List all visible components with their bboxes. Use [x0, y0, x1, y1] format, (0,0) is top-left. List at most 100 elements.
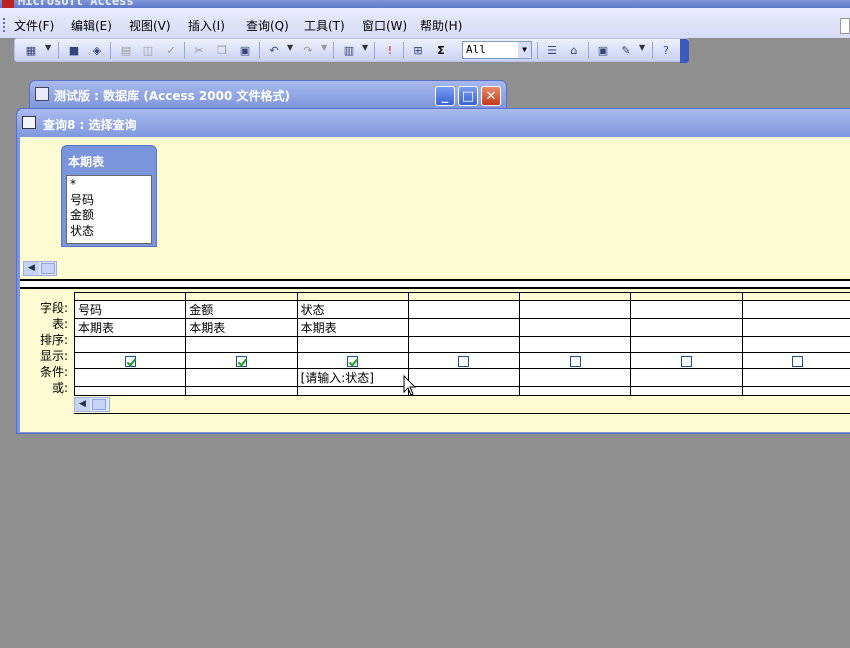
pane-splitter[interactable] [20, 279, 850, 289]
criteria-cell[interactable] [407, 368, 521, 387]
criteria-cell[interactable] [185, 368, 298, 387]
sort-cell[interactable] [407, 336, 521, 353]
print-icon[interactable]: ▤ [118, 42, 134, 58]
sort-cell[interactable] [741, 336, 850, 353]
criteria-cell[interactable] [519, 368, 632, 387]
show-cell[interactable] [73, 352, 187, 369]
show-cell[interactable] [296, 352, 409, 369]
show-checkbox[interactable] [681, 355, 693, 367]
properties-icon[interactable]: ☰ [544, 42, 560, 58]
show-checkbox[interactable] [792, 355, 804, 367]
field-cell[interactable] [407, 300, 521, 319]
show-table-icon[interactable]: ⊞ [410, 42, 426, 58]
paste-icon[interactable]: ▣ [237, 42, 253, 58]
table-cell[interactable] [741, 318, 850, 337]
show-cell[interactable] [185, 352, 298, 369]
sort-cell[interactable] [296, 336, 409, 353]
view-icon[interactable]: ▦ [23, 42, 39, 58]
table-cell[interactable] [519, 318, 632, 337]
run-icon[interactable]: ! [382, 42, 398, 58]
upper-pane-scrollbar[interactable]: ◀ [23, 261, 57, 276]
maximize-button[interactable]: □ [458, 86, 478, 106]
totals-sigma-icon[interactable]: Σ [433, 42, 449, 58]
show-checkbox[interactable] [124, 355, 136, 367]
table-field-list-box[interactable]: 本期表 * 号码 金额 状态 [61, 145, 157, 247]
menu-view[interactable]: 视图(V) [129, 17, 171, 34]
field-list-item[interactable]: 状态 [70, 224, 148, 240]
table-cell[interactable]: 本期表 [296, 318, 409, 337]
database-window-icon[interactable]: ▣ [595, 42, 611, 58]
column-selector[interactable] [185, 292, 298, 301]
menu-edit[interactable]: 编辑(E) [71, 17, 112, 34]
table-cell[interactable] [407, 318, 521, 337]
close-button[interactable]: ✕ [481, 86, 501, 106]
show-checkbox[interactable] [458, 355, 470, 367]
undo-icon[interactable]: ↶ [266, 42, 282, 58]
field-cell[interactable] [741, 300, 850, 319]
scroll-left-icon[interactable]: ◀ [24, 262, 39, 275]
field-cell[interactable] [519, 300, 632, 319]
search-file-icon[interactable]: ◈ [89, 42, 105, 58]
copy-icon[interactable]: ❐ [214, 42, 230, 58]
field-list-item[interactable]: 金额 [70, 208, 148, 224]
save-icon[interactable]: ■ [66, 42, 82, 58]
criteria-cell[interactable] [630, 368, 743, 387]
menu-grip-icon[interactable] [3, 18, 6, 32]
builder-icon[interactable]: ⌂ [566, 42, 582, 58]
toolbar-options-icon[interactable] [680, 39, 689, 63]
query-type-icon[interactable]: ▥ [341, 42, 357, 58]
column-selector[interactable] [407, 292, 521, 301]
scroll-thumb[interactable] [92, 399, 106, 410]
show-checkbox[interactable] [569, 355, 581, 367]
scroll-thumb[interactable] [41, 263, 55, 274]
sort-cell[interactable] [185, 336, 298, 353]
show-checkbox[interactable] [235, 355, 247, 367]
top-values-select[interactable]: All ▼ [462, 41, 532, 59]
redo-dropdown-icon[interactable]: ▼ [321, 43, 327, 52]
minimize-button[interactable]: _ [435, 86, 455, 106]
sort-cell[interactable] [519, 336, 632, 353]
view-dropdown-icon[interactable]: ▼ [45, 43, 51, 52]
redo-icon[interactable]: ↷ [300, 42, 316, 58]
design-grid-scrollbar[interactable]: ◀ [74, 397, 110, 412]
table-cell[interactable]: 本期表 [185, 318, 298, 337]
query-window-title-bar[interactable]: 查询8 : 选择查询 [17, 109, 850, 137]
column-selector[interactable] [73, 292, 187, 301]
menu-insert[interactable]: 插入(I) [188, 17, 225, 34]
chevron-down-icon[interactable]: ▼ [518, 42, 531, 58]
menu-tools[interactable]: 工具(T) [304, 17, 345, 34]
query-type-dropdown-icon[interactable]: ▼ [362, 43, 368, 52]
table-cell[interactable]: 本期表 [73, 318, 187, 337]
scroll-left-icon[interactable]: ◀ [75, 398, 90, 411]
sort-cell[interactable] [73, 336, 187, 353]
column-selector[interactable] [630, 292, 743, 301]
show-cell[interactable] [630, 352, 743, 369]
menu-help[interactable]: 帮助(H) [420, 17, 462, 34]
new-object-dropdown-icon[interactable]: ▼ [639, 43, 645, 52]
field-cell[interactable]: 号码 [73, 300, 187, 319]
menu-file[interactable]: 文件(F) [14, 17, 54, 34]
help-icon[interactable]: ? [658, 42, 674, 58]
field-cell[interactable] [630, 300, 743, 319]
cut-icon[interactable]: ✂ [191, 42, 207, 58]
print-preview-icon[interactable]: ◫ [140, 42, 156, 58]
new-object-icon[interactable]: ✎ [618, 42, 634, 58]
column-selector[interactable] [741, 292, 850, 301]
criteria-cell[interactable] [741, 368, 850, 387]
field-list-item[interactable]: * [70, 177, 148, 193]
show-checkbox[interactable] [347, 355, 359, 367]
field-cell[interactable]: 金额 [185, 300, 298, 319]
sort-cell[interactable] [630, 336, 743, 353]
ask-question-box[interactable] [840, 18, 850, 34]
undo-dropdown-icon[interactable]: ▼ [287, 43, 293, 52]
show-cell[interactable] [407, 352, 521, 369]
menu-query[interactable]: 查询(Q) [246, 17, 289, 34]
show-cell[interactable] [519, 352, 632, 369]
column-selector[interactable] [296, 292, 409, 301]
spelling-icon[interactable]: ✓ [163, 42, 179, 58]
table-cell[interactable] [630, 318, 743, 337]
show-cell[interactable] [741, 352, 850, 369]
field-cell[interactable]: 状态 [296, 300, 409, 319]
field-list-item[interactable]: 号码 [70, 193, 148, 209]
column-selector[interactable] [519, 292, 632, 301]
